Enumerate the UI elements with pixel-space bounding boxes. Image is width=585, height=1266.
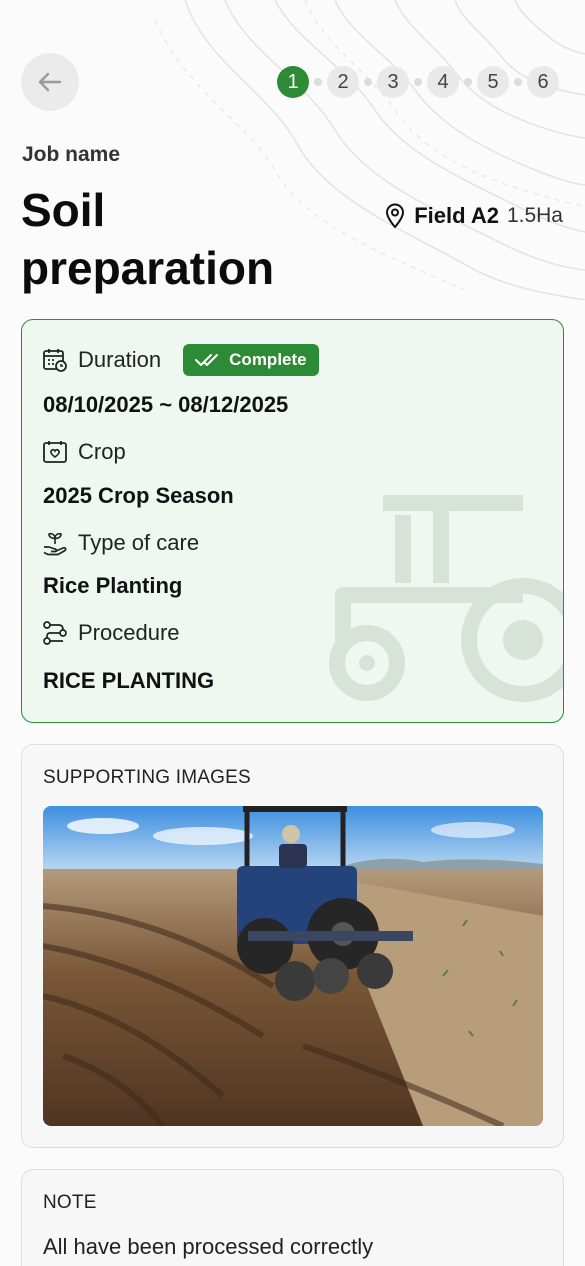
procedure-value: RICE PLANTING: [43, 668, 215, 693]
duration-value: 08/10/2025 ~ 08/12/2025: [43, 392, 289, 417]
status-badge-label: Complete: [229, 350, 307, 369]
arrow-left-icon: [38, 72, 62, 92]
calendar-clock-icon: [43, 349, 67, 372]
procedure-label: Procedure: [78, 620, 180, 645]
care-type-row: Type of care: [42, 530, 199, 556]
calendar-heart-icon: [43, 441, 67, 463]
step-separator: [464, 78, 472, 86]
care-type-label: Type of care: [78, 530, 200, 555]
field-info: Field A2 1.5Ha: [384, 203, 563, 229]
crop-label: Crop: [78, 439, 126, 464]
step-1[interactable]: 1: [277, 66, 309, 98]
step-separator: [314, 78, 322, 86]
note-text: All have been processed correctly: [43, 1234, 374, 1259]
tractor-field-image: [43, 806, 543, 1126]
duration-label: Duration: [78, 347, 162, 372]
procedure-row: Procedure: [42, 620, 180, 646]
step-separator: [364, 78, 372, 86]
job-details-card: Duration Complete 08/10/2025 ~ 08/12/202…: [21, 319, 564, 723]
step-separator: [414, 78, 422, 86]
care-type-value: Rice Planting: [43, 573, 183, 598]
step-5[interactable]: 5: [477, 66, 509, 98]
job-name-label: Job name: [22, 143, 121, 166]
page-title: Soil preparation: [21, 184, 275, 294]
step-indicator: 1 2 3 4 5 6: [277, 66, 559, 98]
step-2[interactable]: 2: [327, 66, 359, 98]
supporting-images-title: SUPPORTING IMAGES: [43, 767, 251, 788]
supporting-images-panel: SUPPORTING IMAGES: [21, 744, 564, 1148]
status-badge: Complete: [183, 344, 319, 376]
duration-row: Duration Complete: [42, 344, 319, 376]
back-button[interactable]: [21, 53, 79, 111]
tractor-photo[interactable]: [43, 806, 543, 1126]
double-check-icon: [195, 354, 219, 366]
note-title: NOTE: [43, 1192, 97, 1213]
tractor-icon: [329, 495, 563, 702]
note-panel: NOTE All have been processed correctly: [21, 1169, 564, 1266]
field-name: Field A2: [414, 203, 499, 228]
location-pin-icon: [386, 203, 405, 229]
field-size: 1.5Ha: [506, 204, 563, 227]
step-3[interactable]: 3: [377, 66, 409, 98]
procedure-flow-icon: [43, 621, 67, 645]
crop-value: 2025 Crop Season: [43, 483, 234, 508]
step-6[interactable]: 6: [527, 66, 559, 98]
crop-row: Crop: [42, 439, 126, 465]
hand-sprout-icon: [43, 532, 67, 556]
step-separator: [514, 78, 522, 86]
step-4[interactable]: 4: [427, 66, 459, 98]
